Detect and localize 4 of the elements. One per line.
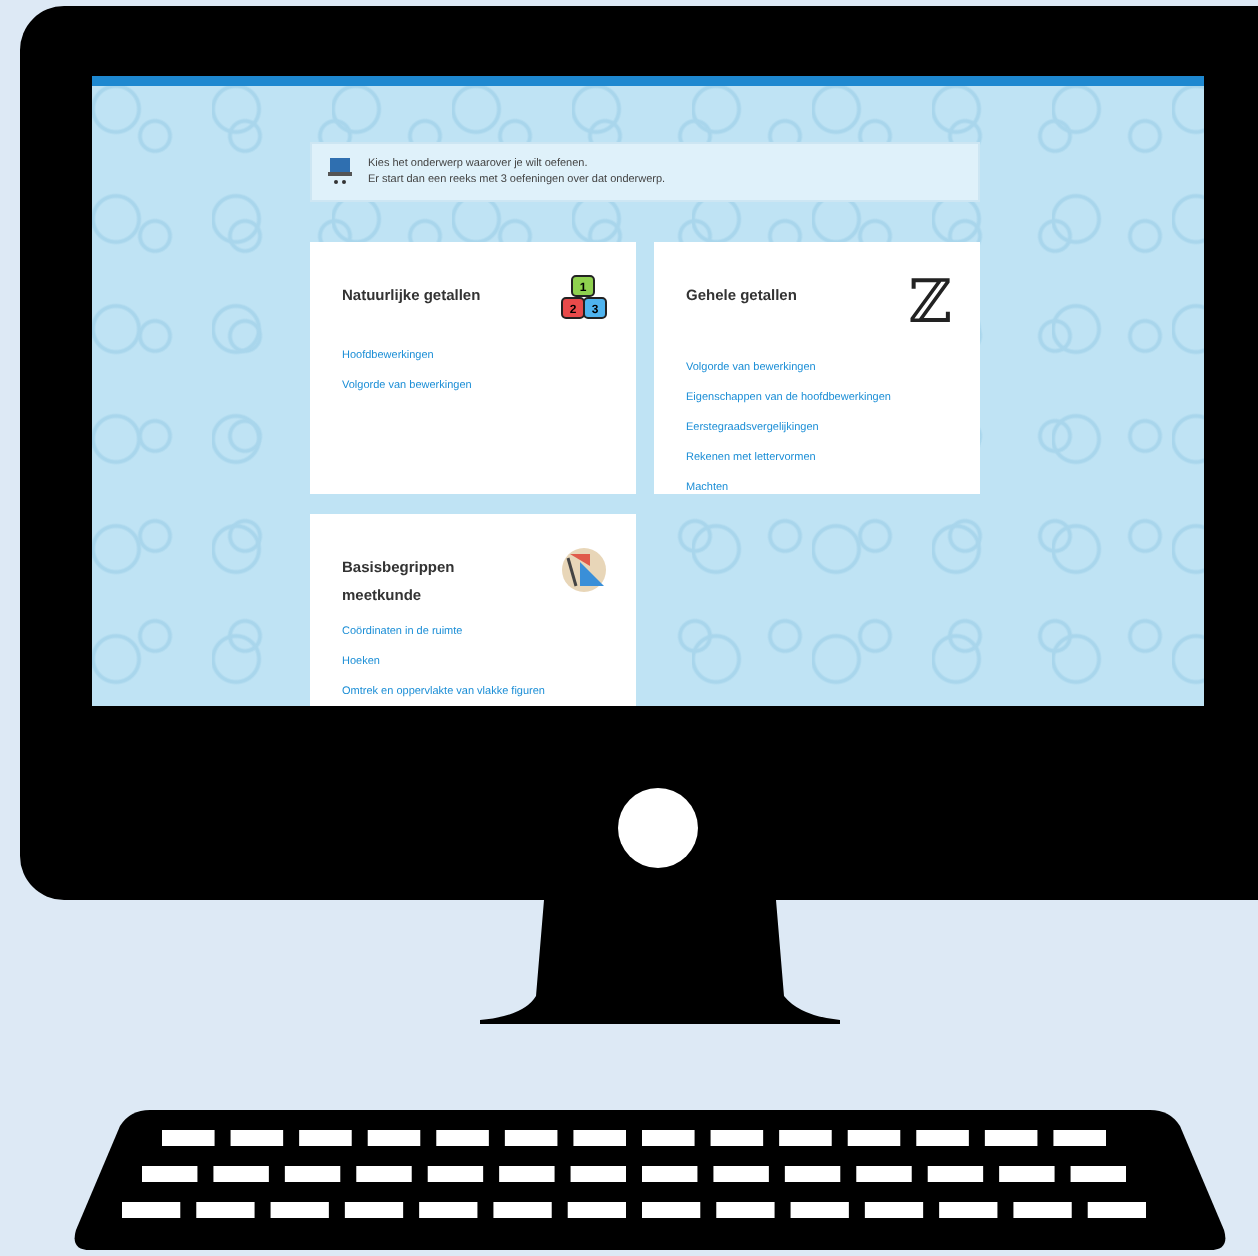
integers-symbol: ℤ [908, 274, 952, 334]
camera-button-icon [616, 786, 700, 870]
computer-icon [328, 158, 352, 186]
geometry-tools-icon [560, 546, 608, 594]
